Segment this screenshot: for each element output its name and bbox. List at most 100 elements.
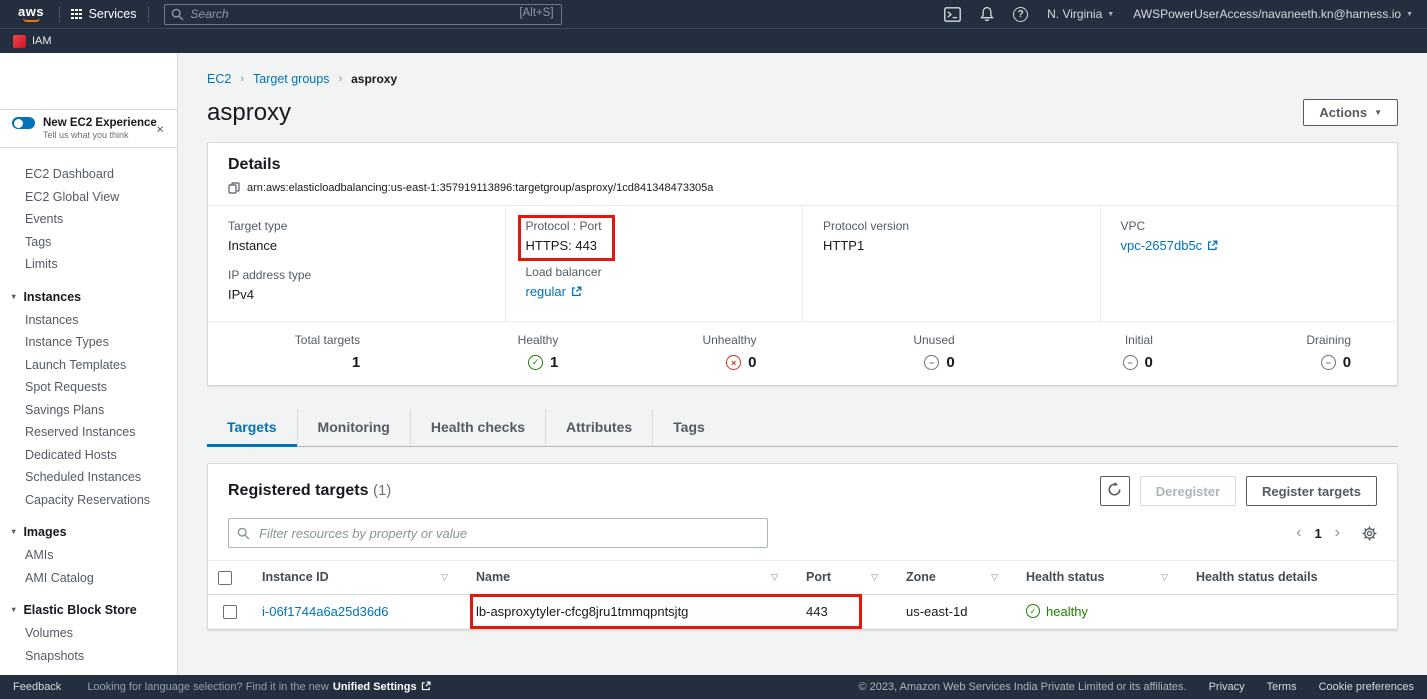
sidebar-item-amis[interactable]: AMIs [0, 544, 177, 567]
filter-row: ‹ 1 › [208, 516, 1397, 560]
breadcrumb-ec2[interactable]: EC2 [207, 72, 231, 86]
field-label: Load balancer [526, 265, 783, 279]
sidebar-item-savings-plans[interactable]: Savings Plans [0, 399, 177, 422]
top-navigation: aws Services [Alt+S] ? N. Virginia [0, 0, 1427, 28]
load-balancer-link[interactable]: regular [526, 284, 566, 299]
breadcrumb-current: asproxy [351, 72, 397, 86]
sidebar-item-dedicated-hosts[interactable]: Dedicated Hosts [0, 444, 177, 467]
account-menu[interactable]: AWSPowerUserAccess/navaneeth.kn@harness.… [1133, 7, 1413, 21]
next-page-button[interactable]: › [1335, 525, 1340, 541]
stat-unhealthy: Unhealthy × 0 [604, 333, 802, 371]
unified-settings-link[interactable]: Unified Settings [333, 681, 417, 693]
sidebar-item-snapshots[interactable]: Snapshots [0, 645, 177, 668]
close-icon[interactable]: × [156, 121, 164, 136]
sort-icon[interactable]: ▽ [441, 572, 448, 583]
terms-link[interactable]: Terms [1267, 681, 1297, 693]
field-ip-address-type: IP address type IPv4 [228, 268, 485, 302]
iam-favorite-link[interactable]: IAM [32, 35, 52, 47]
sidebar-item-launch-templates[interactable]: Launch Templates [0, 354, 177, 377]
sidebar-item-reserved-instances[interactable]: Reserved Instances [0, 421, 177, 444]
tab-tags[interactable]: Tags [652, 409, 725, 446]
current-page[interactable]: 1 [1314, 526, 1321, 541]
actions-label: Actions [1319, 105, 1367, 120]
feedback-link[interactable]: Feedback [13, 681, 61, 693]
unhealthy-status-icon: × [726, 355, 741, 370]
field-vpc: VPC vpc-2657db5c [1121, 219, 1378, 254]
column-header-instance-id: Instance ID [262, 570, 329, 584]
sidebar-item-ec2-dashboard[interactable]: EC2 Dashboard [0, 163, 177, 186]
aws-console: aws Services [Alt+S] ? N. Virginia [0, 0, 1427, 699]
services-menu[interactable]: Services [67, 7, 140, 21]
aws-logo[interactable]: aws [10, 6, 52, 22]
settings-gear-icon[interactable] [1362, 526, 1377, 541]
refresh-button[interactable] [1100, 476, 1130, 506]
actions-button[interactable]: Actions ▼ [1303, 99, 1398, 126]
sidebar-item-events[interactable]: Events [0, 208, 177, 231]
row-checkbox[interactable] [223, 605, 237, 619]
vpc-link[interactable]: vpc-2657db5c [1121, 238, 1203, 253]
cookie-preferences-link[interactable]: Cookie preferences [1319, 681, 1414, 693]
iam-service-icon [13, 35, 26, 48]
stat-value: 0 [748, 354, 756, 371]
page-header: asproxy Actions ▼ [207, 99, 1398, 127]
sidebar-item-instances[interactable]: Instances [0, 309, 177, 332]
target-zone: us-east-1d [896, 594, 1016, 629]
tab-monitoring[interactable]: Monitoring [297, 409, 410, 446]
field-value: Instance [228, 238, 485, 253]
sidebar-item-volumes[interactable]: Volumes [0, 622, 177, 645]
tab-bar: Targets Monitoring Health checks Attribu… [207, 409, 1398, 447]
stat-label: Unhealthy [604, 333, 756, 347]
help-icon[interactable]: ? [1013, 7, 1028, 22]
sidebar-item-spot-requests[interactable]: Spot Requests [0, 376, 177, 399]
account-label: AWSPowerUserAccess/navaneeth.kn@harness.… [1133, 7, 1401, 21]
external-link-icon [571, 285, 582, 300]
previous-page-button[interactable]: ‹ [1296, 525, 1301, 541]
filter-input[interactable] [228, 518, 768, 548]
target-name: lb-asproxytyler-cfcg8jru1tmmqpntsjtg [476, 604, 688, 619]
copy-icon[interactable] [228, 182, 240, 194]
tab-attributes[interactable]: Attributes [545, 409, 652, 446]
sidebar-item-ami-catalog[interactable]: AMI Catalog [0, 567, 177, 590]
select-all-checkbox[interactable] [218, 571, 232, 585]
sidebar-item-capacity-reservations[interactable]: Capacity Reservations [0, 489, 177, 512]
sort-icon[interactable]: ▽ [771, 572, 778, 583]
sidebar-section-elastic-block-store[interactable]: ▼ Elastic Block Store [0, 598, 177, 622]
chevron-down-icon: ▼ [1374, 108, 1382, 117]
notifications-bell-icon[interactable] [980, 6, 994, 22]
search-input[interactable] [164, 4, 562, 25]
services-label: Services [89, 7, 137, 21]
experience-subtitle: Tell us what you think [43, 130, 167, 140]
tab-targets[interactable]: Targets [207, 409, 297, 446]
chevron-down-icon: ▼ [10, 289, 17, 305]
sidebar-section-instances[interactable]: ▼ Instances [0, 285, 177, 309]
breadcrumb: EC2 › Target groups › asproxy [207, 72, 1398, 86]
breadcrumb-target-groups[interactable]: Target groups [253, 72, 329, 86]
column-header-health-status: Health status [1026, 570, 1105, 584]
register-targets-button[interactable]: Register targets [1246, 476, 1377, 506]
aws-logo-text: aws [18, 6, 44, 18]
instance-id-link[interactable]: i-06f1744a6a25d36d6 [262, 604, 389, 619]
sort-icon[interactable]: ▽ [871, 572, 878, 583]
cloudshell-icon[interactable] [944, 7, 961, 22]
section-title: Elastic Block Store [23, 602, 136, 618]
privacy-link[interactable]: Privacy [1209, 681, 1245, 693]
sidebar-section-images[interactable]: ▼ Images [0, 520, 177, 544]
deregister-button[interactable]: Deregister [1140, 476, 1236, 506]
sidebar-item-instance-types[interactable]: Instance Types [0, 331, 177, 354]
sort-icon[interactable]: ▽ [1161, 572, 1168, 583]
region-selector[interactable]: N. Virginia ▼ [1047, 7, 1114, 21]
tab-health-checks[interactable]: Health checks [410, 409, 545, 446]
sidebar-item-limits[interactable]: Limits [0, 253, 177, 276]
sidebar-item-scheduled-instances[interactable]: Scheduled Instances [0, 466, 177, 489]
field-protocol-version: Protocol version HTTP1 [823, 219, 1080, 253]
column-header-name: Name [476, 570, 510, 584]
sort-icon[interactable]: ▽ [991, 572, 998, 583]
sidebar-item-ec2-global-view[interactable]: EC2 Global View [0, 186, 177, 209]
chevron-down-icon: ▼ [1107, 11, 1114, 18]
healthy-status-icon: ✓ [1026, 604, 1040, 618]
chevron-down-icon: ▼ [10, 602, 17, 618]
sidebar-item-tags[interactable]: Tags [0, 231, 177, 254]
favorites-bar: IAM [0, 28, 1427, 53]
experience-toggle[interactable] [12, 117, 35, 129]
targets-summary: Total targets 1 Healthy ✓1 Unhealthy ×0 … [208, 321, 1397, 385]
